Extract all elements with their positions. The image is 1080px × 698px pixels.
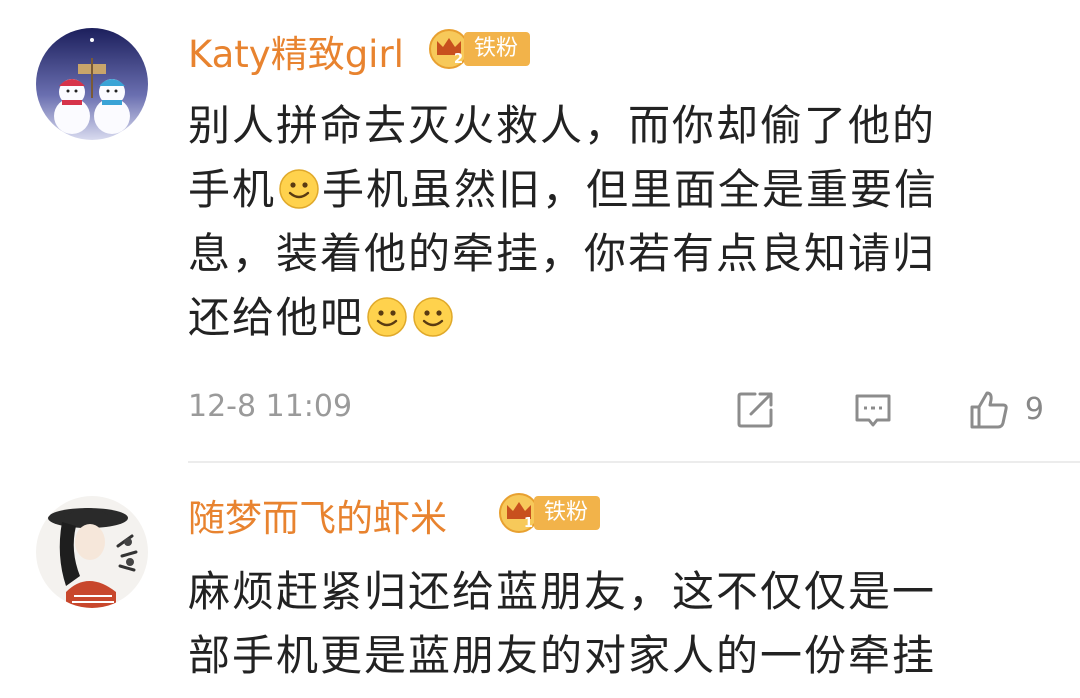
comment-text: 息，装着他的牵挂，你若有点良知请归 (188, 229, 937, 278)
comment-text: 手机虽然旧，但里面全是重要信 (322, 165, 939, 214)
comment-line: 手机 手机虽然旧，但里面全是重要信 (188, 158, 1028, 222)
comment-item: Katy精致girl 2 铁粉 别人拼命去灭火救人，而你却偷了他的 手机 手机虽然… (0, 0, 1080, 463)
badge-label: 铁粉 (464, 32, 531, 66)
comment-text: 别人拼命去灭火救人，而你却偷了他的 (188, 101, 937, 150)
comment-timestamp: 12-8 11:09 (188, 389, 353, 424)
badge-level: 2 (454, 52, 463, 67)
like-button[interactable]: 9 (967, 388, 1044, 432)
comment-icon (855, 394, 891, 427)
share-icon (737, 392, 773, 428)
comment-body: 别人拼命去灭火救人，而你却偷了他的 手机 手机虽然旧，但里面全是重要信 息，装着他… (188, 94, 1028, 350)
fan-badge[interactable]: 2 铁粉 (428, 29, 531, 69)
comment-line: 还给他吧 (188, 286, 1028, 350)
username[interactable]: Katy精致girl (188, 36, 404, 73)
comment-line: 麻烦赶紧归还给蓝朋友，这不仅仅是一 (188, 560, 1028, 624)
comment-line: 部手机更是蓝朋友的对家人的一份牵挂 (188, 624, 1028, 688)
smile-emoji-icon (279, 169, 319, 209)
comment-body: 麻烦赶紧归还给蓝朋友，这不仅仅是一 部手机更是蓝朋友的对家人的一份牵挂 (188, 560, 1028, 688)
avatar[interactable] (36, 28, 148, 140)
comment-line: 别人拼命去灭火救人，而你却偷了他的 (188, 94, 1028, 158)
comment-text: 部手机更是蓝朋友的对家人的一份牵挂 (188, 631, 937, 680)
comment-line: 息，装着他的牵挂，你若有点良知请归 (188, 222, 1028, 286)
thumbs-up-icon (970, 391, 1008, 429)
username[interactable]: 随梦而飞的虾米 (188, 500, 447, 537)
like-count: 9 (1024, 392, 1044, 427)
smile-emoji-icon (367, 297, 407, 337)
comment-text: 手机 (188, 165, 277, 214)
share-button[interactable] (733, 388, 777, 432)
comment-item: 随梦而飞的虾米 1 铁粉 麻烦赶紧归还给蓝朋友，这不仅仅是一 部手机更是蓝朋友的… (0, 462, 1080, 698)
avatar[interactable] (36, 496, 148, 608)
fan-badge[interactable]: 1 铁粉 (498, 493, 601, 533)
comment-actions: 9 (733, 388, 1044, 432)
badge-label: 铁粉 (534, 496, 601, 530)
comment-text: 麻烦赶紧归还给蓝朋友，这不仅仅是一 (188, 567, 937, 616)
smile-emoji-icon (413, 297, 453, 337)
comment-text: 还给他吧 (188, 293, 365, 342)
reply-button[interactable] (851, 388, 895, 432)
badge-level: 1 (524, 516, 533, 531)
